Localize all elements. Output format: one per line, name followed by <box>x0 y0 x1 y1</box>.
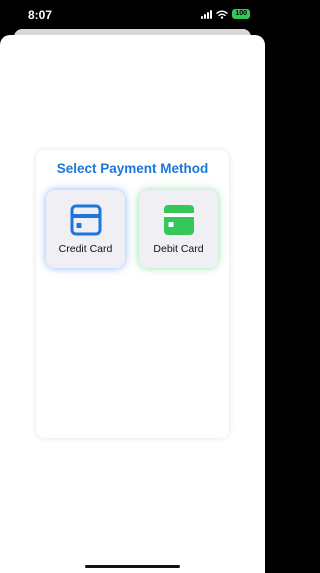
home-indicator <box>85 565 180 568</box>
panel-title: Select Payment Method <box>56 161 209 176</box>
status-bar: 8:07 100 <box>0 0 265 32</box>
cellular-signal-icon <box>201 9 213 19</box>
status-icons: 100 <box>201 9 250 19</box>
debit-card-label: Debit Card <box>153 243 204 255</box>
debit-card-option[interactable]: Debit Card <box>139 190 218 268</box>
payment-method-panel: Select Payment Method Credit Card Debit … <box>36 150 229 438</box>
credit-card-icon <box>70 204 102 236</box>
credit-card-option[interactable]: Credit Card <box>46 190 125 268</box>
credit-card-label: Credit Card <box>58 243 113 255</box>
debit-card-icon <box>164 205 194 235</box>
battery-icon: 100 <box>232 9 250 19</box>
status-time: 8:07 <box>28 8 53 22</box>
wifi-icon <box>216 10 229 19</box>
